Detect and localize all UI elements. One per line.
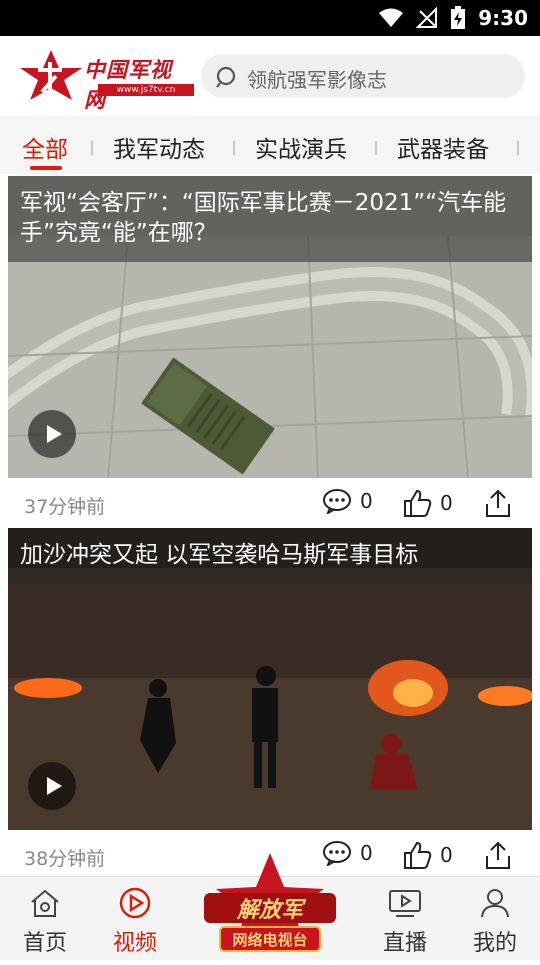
wifi-icon (379, 8, 404, 27)
search-placeholder: 领航强军影像志 (247, 68, 387, 92)
comment-count: 0 (360, 841, 373, 865)
video-title: 军视“会客厅”：“国际军事比赛－2021”“汽车能手”究竟“能”在哪？ (8, 176, 532, 262)
card-meta: 37分钟前 0 0 (8, 478, 532, 528)
logo-url: www.js7tv.cn (98, 84, 194, 96)
tv-play-icon (389, 890, 421, 917)
search-input[interactable]: 领航强军影像志 (201, 54, 525, 98)
status-bar: 9:30 (0, 0, 540, 36)
no-sim-icon (416, 7, 438, 28)
like-count: 0 (440, 843, 453, 867)
center-logo-line2: 网络电视台 (232, 931, 307, 949)
category-tabs: 全部 我军动态 实战演兵 武器装备 (0, 116, 540, 174)
red-star-logo-icon (20, 50, 82, 100)
pla-tv-center-button[interactable]: 解放军 网络电视台 (198, 849, 342, 961)
thumbs-up-icon (404, 489, 432, 517)
like-count: 0 (440, 491, 453, 515)
tab-army-news[interactable]: 我军动态 (113, 130, 205, 164)
bottom-navigation: 首页 视频 解放军 网络电视台 直播 我的 (0, 853, 540, 960)
app-header: 中国军视网 www.js7tv.cn 领航强军影像志 (0, 36, 540, 116)
video-title: 加沙冲突又起 以军空袭哈马斯军事目标 (8, 528, 532, 584)
play-circle-icon (119, 887, 151, 919)
share-icon[interactable] (484, 840, 512, 870)
publish-time: 37分钟前 (24, 496, 106, 518)
comment-icon (323, 489, 351, 514)
nav-mine[interactable]: 我的 (460, 887, 530, 957)
nav-home[interactable]: 首页 (10, 887, 80, 957)
comment-count: 0 (360, 489, 373, 513)
battery-charging-icon (451, 6, 466, 29)
video-thumbnail[interactable]: 加沙冲突又起 以军空袭哈马斯军事目标 (8, 528, 532, 830)
tab-divider (517, 141, 519, 155)
tab-divider (91, 141, 93, 155)
thumbs-up-icon (404, 841, 432, 869)
tab-divider (233, 141, 235, 155)
video-card[interactable]: 加沙冲突又起 以军空袭哈马斯军事目标 38分钟前 0 0 (8, 528, 532, 880)
home-icon (31, 889, 59, 917)
search-icon (216, 66, 236, 88)
like-button[interactable]: 0 (402, 840, 453, 870)
tab-divider (375, 141, 377, 155)
comment-button[interactable]: 0 (322, 488, 373, 514)
clock: 9:30 (478, 6, 528, 30)
share-icon[interactable] (484, 488, 512, 518)
nav-home-label: 首页 (22, 931, 67, 956)
tab-all[interactable]: 全部 (22, 130, 68, 164)
like-button[interactable]: 0 (402, 488, 453, 518)
play-button[interactable] (28, 762, 76, 810)
user-icon (481, 889, 509, 918)
video-card[interactable]: 军视“会客厅”：“国际军事比赛－2021”“汽车能手”究竟“能”在哪？ 37分钟… (8, 176, 532, 528)
app-logo[interactable]: 中国军视网 www.js7tv.cn (16, 48, 194, 112)
active-tab-indicator (30, 166, 62, 170)
nav-mine-label: 我的 (472, 931, 517, 956)
play-button[interactable] (28, 410, 76, 458)
tab-combat-drills[interactable]: 实战演兵 (255, 130, 347, 164)
tab-weapons[interactable]: 武器装备 (397, 130, 489, 164)
pla-star-emblem-icon: 解放军 网络电视台 (204, 853, 336, 952)
nav-video[interactable]: 视频 (100, 887, 170, 957)
nav-live[interactable]: 直播 (370, 887, 440, 957)
publish-time: 38分钟前 (24, 848, 106, 870)
nav-live-label: 直播 (382, 931, 427, 956)
center-logo-line1: 解放军 (236, 897, 307, 923)
nav-video-label: 视频 (112, 931, 157, 956)
video-thumbnail[interactable]: 军视“会客厅”：“国际军事比赛－2021”“汽车能手”究竟“能”在哪？ (8, 176, 532, 478)
